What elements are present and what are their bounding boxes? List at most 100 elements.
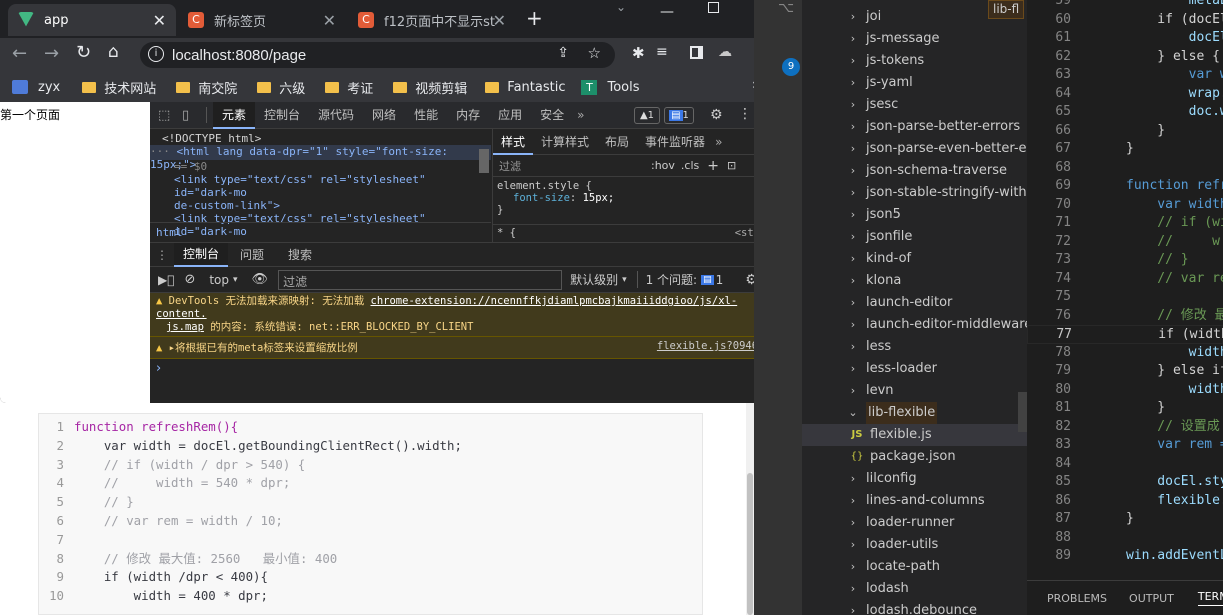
profile-icon[interactable]: ☁ <box>718 44 732 60</box>
doctype-node[interactable]: <!DOCTYPE html> <box>150 129 491 145</box>
bookmark-apps[interactable]: zyx <box>12 80 60 95</box>
issues-counter[interactable]: 1 个问题: <box>636 271 697 288</box>
add-rule-icon[interactable]: + <box>707 158 719 174</box>
reload-icon[interactable]: ↻ <box>76 42 91 63</box>
sidebar-toggle-icon[interactable]: ▶⃞ <box>158 273 174 287</box>
explorer-item[interactable]: › lines-and-columns <box>802 490 1027 512</box>
explorer-item[interactable]: › klona <box>802 270 1027 292</box>
styles-filter-input[interactable]: 过滤 <box>493 158 651 174</box>
tab-layout[interactable]: 布局 <box>597 133 637 150</box>
bookmark-folder[interactable]: 考证 <box>325 78 373 97</box>
home-icon[interactable]: ⌂ <box>108 42 119 62</box>
tab-console[interactable]: 控制台 <box>255 102 309 129</box>
explorer-item[interactable]: › json-parse-better-errors <box>802 116 1027 138</box>
explorer-item[interactable]: › less-loader <box>802 358 1027 380</box>
tab-computed[interactable]: 计算样式 <box>533 133 597 150</box>
bookmark-folder[interactable]: 南交院 <box>176 78 237 97</box>
tab-memory[interactable]: 内存 <box>447 102 489 129</box>
drawer-menu-icon[interactable]: ⋮ <box>150 248 174 262</box>
explorer-item[interactable]: › json-parse-even-better-err... <box>802 138 1027 160</box>
explorer-item[interactable]: ⌄ lib-flexible <box>802 402 1027 424</box>
log-level-select[interactable]: 默认级别 <box>570 271 618 288</box>
tab-application[interactable]: 应用 <box>489 102 531 129</box>
css-property[interactable]: font-size <box>513 192 570 204</box>
warning-text[interactable]: ▸将根据已有的meta标签来设置缩放比例 <box>169 342 358 354</box>
explorer-item[interactable]: › jsonfile <box>802 226 1027 248</box>
toggle-sidebar-icon[interactable]: ⊡ <box>727 159 736 172</box>
inspect-icon[interactable]: ⬚ <box>158 108 176 123</box>
forward-icon[interactable]: → <box>44 43 59 64</box>
explorer-item[interactable]: › js-tokens <box>802 50 1027 72</box>
tab-terminal[interactable]: TERMI <box>1197 590 1223 606</box>
clear-console-icon[interactable]: ⊘ <box>184 272 195 287</box>
close-tab-icon[interactable]: ✕ <box>153 11 166 30</box>
back-icon[interactable]: ← <box>12 43 27 64</box>
info-badge[interactable]: ▤ 1 <box>664 107 694 124</box>
console-prompt[interactable]: › <box>150 359 783 378</box>
explorer-item[interactable]: › levn <box>802 380 1027 402</box>
explorer-item[interactable]: JS flexible.js <box>802 424 1027 446</box>
explorer-item[interactable]: › js-message <box>802 28 1027 50</box>
explorer-item[interactable]: › json5 <box>802 204 1027 226</box>
drawer-tab-issues[interactable]: 问题 <box>228 246 276 263</box>
explorer-item[interactable]: › less <box>802 336 1027 358</box>
tab-problems[interactable]: PROBLEMS <box>1047 592 1107 605</box>
tab-output[interactable]: OUTPUT <box>1129 592 1174 605</box>
hov-toggle[interactable]: :hov <box>651 159 675 172</box>
bookmark-folder[interactable]: 技术网站 <box>82 78 156 97</box>
explorer-item[interactable]: › lodash <box>802 578 1027 600</box>
tab-security[interactable]: 安全 <box>531 102 573 129</box>
explorer-item[interactable]: {} package.json <box>802 446 1027 468</box>
close-tab-icon[interactable]: ✕ <box>493 11 506 30</box>
explorer-item[interactable]: › json-schema-traverse <box>802 160 1027 182</box>
drawer-tab-console[interactable]: 控制台 <box>174 242 229 267</box>
link-node[interactable]: <link type="text/css" rel="stylesheet" i… <box>150 173 491 199</box>
explorer-item[interactable]: › lodash.debounce <box>802 600 1027 615</box>
explorer-item[interactable]: › json-stable-stringify-witho... <box>802 182 1027 204</box>
tab-new-tab[interactable]: C 新标签页 ✕ <box>178 4 346 36</box>
context-select[interactable]: top <box>209 273 229 287</box>
explorer-item[interactable]: › kind-of <box>802 248 1027 270</box>
warning-badge[interactable]: ▲1 <box>634 107 660 124</box>
tab-elements[interactable]: 元素 <box>213 101 256 129</box>
tab-f12[interactable]: C f12页面中不显示st ✕ <box>348 4 516 36</box>
tab-search-icon[interactable]: ⌄ <box>616 0 626 14</box>
explorer-item[interactable]: › lilconfig <box>802 468 1027 490</box>
explorer-item[interactable]: › launch-editor-middleware <box>802 314 1027 336</box>
cls-toggle[interactable]: .cls <box>681 159 699 172</box>
bookmark-folder[interactable]: Fantastic <box>485 80 565 95</box>
new-tab-icon[interactable]: + <box>526 6 543 30</box>
minimize-icon[interactable]: — <box>660 4 674 20</box>
bookmark-folder[interactable]: 视频剪辑 <box>393 78 467 97</box>
bookmark-tools[interactable]: T Tools <box>581 79 640 95</box>
tab-app[interactable]: app ✕ <box>8 4 176 36</box>
info-icon[interactable]: i <box>148 46 164 62</box>
explorer-item[interactable]: › locate-path <box>802 556 1027 578</box>
share-icon[interactable]: ⇪ <box>557 45 569 61</box>
more-options-icon[interactable]: ⋮ <box>738 106 752 122</box>
html-node[interactable]: ··· <html lang data-dpr="1" style="font-… <box>150 145 491 171</box>
sourcemap-link-cont[interactable]: js.map <box>156 321 204 333</box>
console-filter-input[interactable]: 过滤 <box>278 269 563 290</box>
tab-event-listeners[interactable]: 事件监听器 <box>637 133 713 150</box>
tab-sources[interactable]: 源代码 <box>309 102 363 129</box>
more-tabs-icon[interactable]: » <box>577 108 584 122</box>
drawer-tab-search[interactable]: 搜索 <box>276 246 324 263</box>
settings-gear-icon[interactable]: ⚙ <box>710 107 723 123</box>
address-bar[interactable]: i localhost:8080/page ⇪ ☆ <box>140 42 615 68</box>
tab-performance[interactable]: 性能 <box>405 102 447 129</box>
more-tabs-icon[interactable]: » <box>713 135 722 149</box>
page-scrollbar[interactable] <box>746 403 754 615</box>
tab-network[interactable]: 网络 <box>363 102 405 129</box>
css-value[interactable]: 15px; <box>583 192 615 204</box>
scrollbar-thumb[interactable] <box>479 149 489 173</box>
explorer-item[interactable]: › loader-runner <box>802 512 1027 534</box>
explorer-item[interactable]: › launch-editor <box>802 292 1027 314</box>
explorer-item[interactable]: › js-yaml <box>802 72 1027 94</box>
bookmark-folder[interactable]: 六级 <box>257 78 305 97</box>
git-icon[interactable]: ⌥ <box>778 0 794 16</box>
extensions-icon[interactable]: ✱ <box>632 44 645 62</box>
breadcrumb[interactable]: html <box>150 222 491 242</box>
device-toggle-icon[interactable]: ▯ <box>182 108 200 123</box>
tab-styles[interactable]: 样式 <box>493 129 534 155</box>
